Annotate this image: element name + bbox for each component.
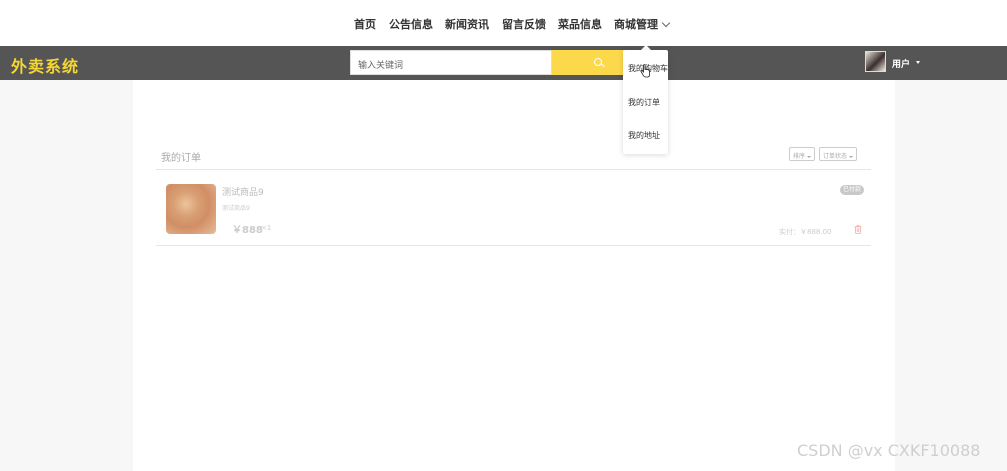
avatar[interactable] bbox=[865, 51, 886, 72]
search-icon bbox=[594, 58, 602, 66]
search-button[interactable] bbox=[552, 50, 624, 75]
nav-news[interactable]: 新闻资讯 bbox=[445, 16, 489, 32]
divider bbox=[156, 245, 871, 246]
user-menu-label[interactable]: 用户 bbox=[892, 57, 910, 70]
page-title: 我的订单 bbox=[161, 153, 201, 164]
caret-down-icon bbox=[849, 155, 854, 158]
nav-shop-management-label: 商城管理 bbox=[614, 18, 658, 31]
watermark: CSDN @vx CXKF10088 bbox=[797, 441, 981, 460]
nav-shop-management[interactable]: 商城管理 bbox=[614, 16, 671, 32]
nav-feedback[interactable]: 留言反馈 bbox=[502, 16, 546, 32]
caret-down-icon bbox=[807, 155, 812, 158]
paid-amount: 实付：￥888.00 bbox=[779, 228, 832, 236]
menu-item-address[interactable]: 我的地址 bbox=[628, 130, 660, 141]
nav-home[interactable]: 首页 bbox=[354, 16, 376, 32]
chevron-down-icon bbox=[661, 18, 671, 28]
header-bar: 外卖系统 输入关键词 用户 bbox=[0, 46, 1007, 80]
menu-item-orders[interactable]: 我的订单 bbox=[628, 97, 660, 108]
product-name[interactable]: 测试商品9 bbox=[222, 185, 264, 198]
logo: 外卖系统 bbox=[11, 57, 80, 76]
status-badge: 已付款 bbox=[840, 185, 864, 195]
order-status-label: 订单状态 bbox=[823, 153, 848, 160]
sort-label: 排序 bbox=[793, 153, 806, 160]
nav-announcements[interactable]: 公告信息 bbox=[389, 16, 433, 32]
right-gutter bbox=[895, 80, 1007, 471]
product-quantity: ×1 bbox=[261, 224, 272, 232]
trash-icon[interactable] bbox=[854, 225, 862, 234]
product-price: ￥888 bbox=[232, 225, 263, 236]
search-input[interactable]: 输入关键词 bbox=[350, 50, 552, 75]
nav-dishes[interactable]: 菜品信息 bbox=[558, 16, 602, 32]
caret-down-icon[interactable] bbox=[916, 61, 920, 64]
left-gutter bbox=[0, 80, 133, 471]
order-status-dropdown[interactable]: 订单状态 bbox=[819, 147, 858, 161]
top-nav: 首页 公告信息 新闻资讯 留言反馈 菜品信息 商城管理 bbox=[0, 0, 1007, 46]
product-subtitle: 测试商品9 bbox=[222, 205, 250, 212]
divider bbox=[156, 169, 871, 170]
product-image[interactable] bbox=[166, 184, 216, 234]
hand-cursor-icon bbox=[640, 64, 650, 78]
sort-dropdown[interactable]: 排序 bbox=[789, 147, 816, 161]
